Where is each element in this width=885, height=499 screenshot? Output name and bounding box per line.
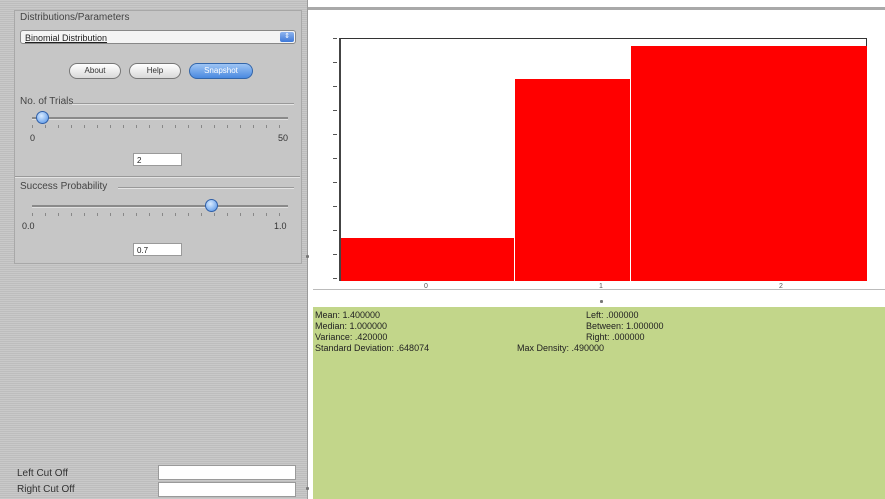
right-stat: Right: .000000 [586,332,645,342]
median-stat: Median: 1.000000 [315,321,388,331]
trials-value-field[interactable]: 2 [133,153,182,166]
chart-divider [313,289,885,290]
sd-stat: Standard Deviation: .648074 [315,343,430,353]
y-tick-mark [333,110,337,111]
success-ticks [32,213,288,216]
histogram-bar-2 [629,45,867,281]
right-cut-label: Right Cut Off [17,484,75,495]
y-tick-mark [333,206,337,207]
y-tick-mark [333,254,337,255]
divider [15,176,300,178]
y-tick-mark [333,134,337,135]
distribution-select[interactable]: Binomial Distribution ⇕ [20,30,296,44]
select-arrow-icon: ⇕ [280,32,294,42]
y-tick-mark [333,158,337,159]
right-cut-field[interactable] [158,482,296,497]
splitter-handle[interactable] [600,300,603,303]
trials-label: No. of Trials [20,96,74,107]
y-tick-mark [333,62,337,63]
trials-max-label: 50 [278,133,289,143]
histogram-bar-0 [341,237,515,281]
y-tick-mark [333,182,337,183]
splitter-handle[interactable] [306,487,309,490]
mean-stat: Mean: 1.400000 [315,310,381,320]
success-value-field[interactable]: 0.7 [133,243,182,256]
statistics-panel: Mean: 1.400000 Median: 1.000000 Variance… [313,307,885,499]
success-slider-track[interactable] [32,205,288,208]
trials-ticks [32,125,288,128]
parameters-group [14,10,302,264]
left-stat: Left: .000000 [586,310,639,320]
success-min-label: 0.0 [22,221,35,231]
about-button[interactable]: About [69,63,121,79]
snapshot-button[interactable]: Snapshot [189,63,253,79]
divider [118,187,294,189]
divider [72,103,294,105]
y-tick-mark [333,278,337,279]
control-panel: Distributions/Parameters Binomial Distri… [0,0,308,499]
success-max-label: 1.0 [274,221,287,231]
y-tick-mark [333,86,337,87]
trials-min-label: 0 [30,133,36,143]
left-cut-field[interactable] [158,465,296,480]
splitter-handle[interactable] [306,255,309,258]
distribution-select-value: Binomial Distribution [25,33,108,43]
top-divider [308,7,885,10]
y-tick-mark [333,38,337,39]
variance-stat: Variance: .420000 [315,332,388,342]
help-button[interactable]: Help [129,63,181,79]
histogram-plot [339,38,867,281]
y-tick-mark [333,230,337,231]
success-label: Success Probability [20,181,108,192]
max-density-stat: Max Density: .490000 [517,343,605,353]
between-stat: Between: 1.000000 [586,321,664,331]
histogram-bar-1 [514,79,631,281]
trials-slider-track[interactable] [32,117,288,120]
left-cut-label: Left Cut Off [17,468,68,479]
group-title: Distributions/Parameters [20,12,130,23]
